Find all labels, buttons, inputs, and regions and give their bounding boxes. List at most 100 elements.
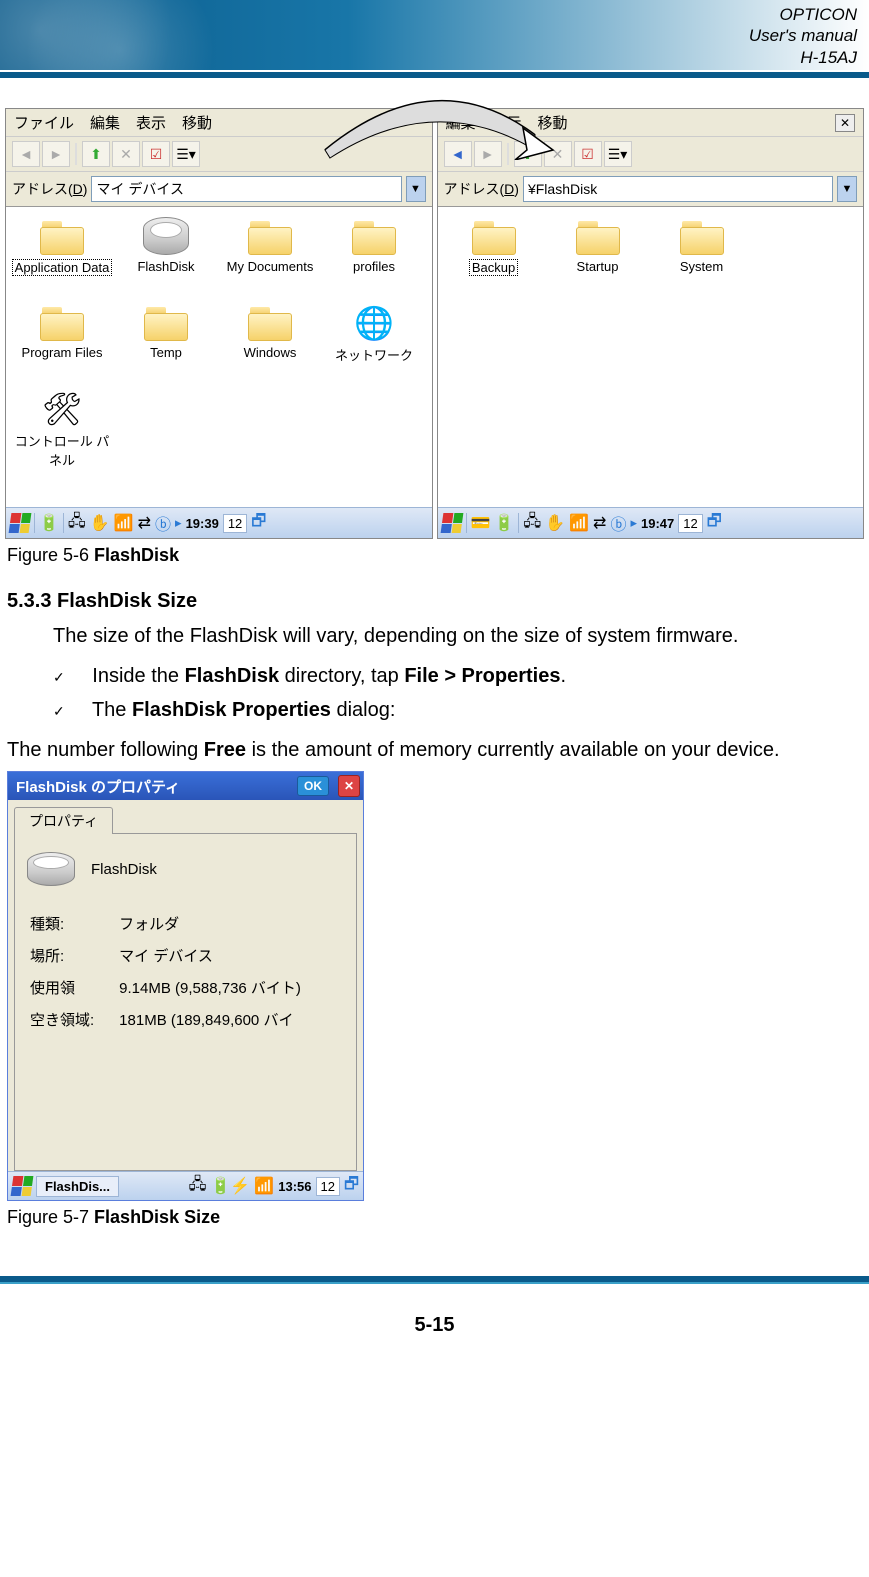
prop-row-used: 使用領9.14MB (9,588,736 バイト) (29, 976, 302, 1006)
drive-icon (143, 217, 189, 255)
tray-arrow-icon: ▸ (630, 515, 637, 531)
desktop-icon[interactable]: 🗗 (707, 510, 722, 537)
folder-icon (350, 217, 398, 257)
folder-icon (38, 217, 86, 257)
menu-file[interactable]: ファイル (14, 112, 74, 133)
properties-button[interactable]: ☑ (142, 141, 170, 167)
tray-separator (34, 513, 35, 533)
footer-bar (0, 1276, 869, 1284)
usb-icon: ⇄ (138, 513, 151, 533)
file-area-left[interactable]: Application Data FlashDisk My Documents … (6, 207, 432, 507)
control-panel-item[interactable]: 🛠コントロール パネル (10, 389, 114, 475)
explorer-screenshots: ファイル 編集 表示 移動 ◄ ► ⬆ ✕ ☑ ☰▾ アドレス(D) (5, 108, 864, 539)
tab-properties[interactable]: プロパティ (14, 807, 113, 834)
tabset: プロパティ FlashDisk 種類:フォルダ 場所:マイ デバイス 使用領9.… (8, 800, 363, 1171)
start-icon[interactable] (440, 513, 463, 533)
address-input-right[interactable] (523, 176, 833, 202)
close-button[interactable]: ✕ (835, 114, 855, 132)
section-heading: 5.3.3 FlashDisk Size (7, 590, 864, 613)
folder-my-documents[interactable]: My Documents (218, 217, 322, 303)
toolbar-separator (507, 143, 509, 165)
folder-icon (246, 217, 294, 257)
header-banner: OPTICON User's manual H-15AJ (0, 0, 869, 70)
forward-button[interactable]: ► (474, 141, 502, 167)
section-paragraph-2: The number following Free is the amount … (7, 733, 854, 767)
folder-temp[interactable]: Temp (114, 303, 218, 389)
back-button[interactable]: ◄ (12, 141, 40, 167)
tray-separator (63, 513, 64, 533)
network-item[interactable]: 🌐ネットワーク (322, 303, 426, 389)
bluetooth-icon: ⓑ (155, 511, 171, 535)
toolbar-right: ◄ ► ⬆ ✕ ☑ ☰▾ (438, 137, 864, 172)
view-button[interactable]: ☰▾ (604, 141, 632, 167)
folder-backup[interactable]: Backup (442, 217, 546, 303)
properties-taskbar: FlashDis... 🖧 🔋⚡ 📶 13:56 12 🗗 (8, 1171, 363, 1200)
menubar-left: ファイル 編集 表示 移動 (6, 109, 432, 137)
folder-application-data[interactable]: Application Data (10, 217, 114, 303)
network-tray-icon: 🖧 (189, 1173, 207, 1200)
address-dropdown[interactable]: ▼ (406, 176, 426, 202)
battery-icon: 🔋 (39, 513, 59, 533)
clock: 13:56 (278, 1179, 311, 1194)
battery-icon: 🔋 (494, 513, 514, 533)
properties-table: 種類:フォルダ 場所:マイ デバイス 使用領9.14MB (9,588,736 … (27, 910, 304, 1040)
menu-go[interactable]: 移動 (538, 112, 568, 133)
menu-view[interactable]: 表示 (136, 112, 166, 133)
start-icon[interactable] (11, 1176, 34, 1196)
folder-windows[interactable]: Windows (218, 303, 322, 389)
forward-button[interactable]: ► (42, 141, 70, 167)
menu-edit[interactable]: 編集 (446, 112, 476, 133)
back-button[interactable]: ◄ (444, 141, 472, 167)
tray-separator (518, 513, 519, 533)
up-button[interactable]: ⬆ (82, 141, 110, 167)
properties-name-row: FlashDisk (27, 852, 344, 886)
desktop-icon[interactable]: 🗗 (344, 1173, 359, 1200)
header-line2: User's manual (749, 26, 857, 45)
header-text: OPTICON User's manual H-15AJ (749, 4, 857, 68)
tray-separator (466, 513, 467, 533)
drive-icon (27, 852, 75, 886)
properties-button[interactable]: ☑ (574, 141, 602, 167)
control-panel-icon: 🛠 (40, 389, 84, 429)
page-number: 5-15 (0, 1314, 869, 1337)
delete-button[interactable]: ✕ (112, 141, 140, 167)
bluetooth-icon: ⓑ (610, 511, 626, 535)
folder-icon (574, 217, 622, 257)
prop-row-type: 種類:フォルダ (29, 912, 302, 942)
desktop-icon[interactable]: 🗗 (251, 510, 266, 537)
address-bar-right: アドレス(D) ▼ (438, 172, 864, 207)
date-box: 12 (678, 514, 702, 533)
folder-icon (142, 303, 190, 343)
drive-flashdisk[interactable]: FlashDisk (114, 217, 218, 303)
menu-view[interactable]: 表示 (492, 112, 522, 133)
folder-icon (38, 303, 86, 343)
hand-icon: ✋ (545, 513, 565, 533)
folder-startup[interactable]: Startup (546, 217, 650, 303)
file-area-right[interactable]: Backup Startup System (438, 207, 864, 507)
taskbar-button-flashdisk[interactable]: FlashDis... (36, 1176, 119, 1197)
address-label: アドレス(D) (444, 179, 519, 199)
folder-icon (246, 303, 294, 343)
view-button[interactable]: ☰▾ (172, 141, 200, 167)
address-input-left[interactable] (91, 176, 401, 202)
tab-pane: FlashDisk 種類:フォルダ 場所:マイ デバイス 使用領9.14MB (… (14, 833, 357, 1171)
folder-program-files[interactable]: Program Files (10, 303, 114, 389)
toolbar-separator (75, 143, 77, 165)
folder-profiles[interactable]: profiles (322, 217, 426, 303)
check-list: Inside the FlashDisk directory, tap File… (5, 659, 864, 727)
folder-system[interactable]: System (650, 217, 754, 303)
address-dropdown[interactable]: ▼ (837, 176, 857, 202)
signal-icon: 📶 (254, 1176, 274, 1196)
close-icon[interactable]: ✕ (338, 775, 360, 797)
menu-edit[interactable]: 編集 (90, 112, 120, 133)
battery-charging-icon: 🔋⚡ (210, 1176, 250, 1196)
start-icon[interactable] (9, 513, 32, 533)
menu-go[interactable]: 移動 (182, 112, 212, 133)
clock: 19:47 (641, 516, 674, 531)
ok-button[interactable]: OK (297, 776, 329, 796)
hand-icon: ✋ (90, 513, 110, 533)
header-line1: OPTICON (780, 5, 857, 24)
up-button[interactable]: ⬆ (514, 141, 542, 167)
properties-titlebar: FlashDisk のプロパティ OK ✕ (8, 772, 363, 800)
delete-button[interactable]: ✕ (544, 141, 572, 167)
